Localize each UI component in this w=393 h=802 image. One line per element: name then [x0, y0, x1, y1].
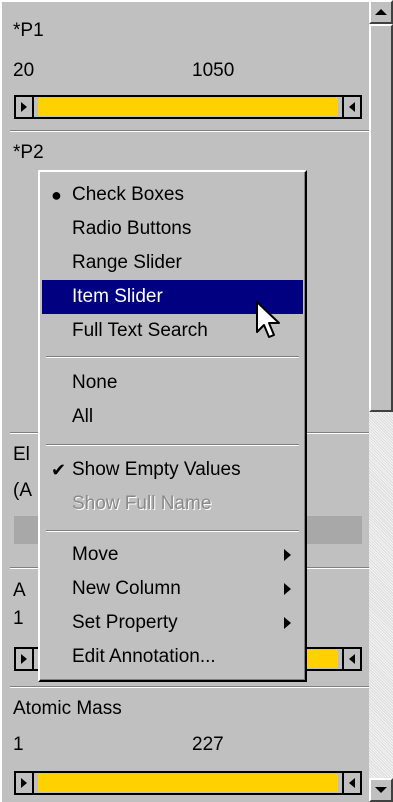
checkmark-icon: ✔ — [51, 459, 67, 480]
chevron-left-icon — [349, 102, 355, 112]
scroll-thumb[interactable] — [369, 24, 393, 412]
menu-item-label: Full Text Search — [72, 320, 208, 341]
slider-left-handle[interactable] — [16, 97, 34, 117]
range-slider[interactable] — [14, 771, 362, 795]
menu-item-all[interactable]: All — [42, 400, 303, 434]
arrow-up-icon — [375, 9, 387, 15]
scroll-up-button[interactable] — [369, 0, 393, 24]
menu-item-label: Radio Buttons — [72, 218, 192, 239]
panel-divider — [10, 130, 370, 132]
range-max-value: 1050 — [192, 60, 235, 81]
menu-item-label: Show Full Name — [72, 493, 212, 514]
menu-item-label: Item Slider — [72, 286, 163, 307]
arrow-down-icon — [375, 787, 387, 793]
menu-item-range-slider[interactable]: Range Slider — [42, 246, 303, 280]
menu-item-label: None — [72, 372, 118, 393]
menu-item-radio-buttons[interactable]: Radio Buttons — [42, 212, 303, 246]
menu-item-new-column[interactable]: New Column — [42, 572, 303, 606]
chevron-right-icon — [21, 654, 27, 664]
menu-item-label: Move — [72, 544, 119, 565]
slider-left-handle[interactable] — [16, 773, 34, 793]
menu-item-check-boxes[interactable]: ● Check Boxes — [42, 178, 303, 212]
chevron-left-icon — [349, 654, 355, 664]
menu-item-edit-annotation[interactable]: Edit Annotation... — [42, 640, 303, 674]
range-slider[interactable] — [14, 95, 362, 119]
panel-title: *P2 — [13, 142, 44, 163]
range-min-value: 1 — [13, 608, 24, 629]
menu-item-label: New Column — [72, 578, 181, 599]
range-min-value: 1 — [13, 734, 24, 755]
panel-title: A — [13, 580, 26, 601]
chevron-left-icon — [349, 778, 355, 788]
menu-item-label: Show Empty Values — [72, 459, 241, 480]
vertical-scrollbar[interactable] — [369, 0, 393, 802]
scroll-down-button[interactable] — [369, 778, 393, 802]
slider-right-handle[interactable] — [342, 649, 360, 669]
menu-item-label: Set Property — [72, 612, 178, 633]
menu-item-show-empty-values[interactable]: ✔ Show Empty Values — [42, 453, 303, 487]
menu-item-none[interactable]: None — [42, 366, 303, 400]
submenu-arrow-icon — [284, 617, 291, 629]
panel-divider — [10, 686, 370, 688]
submenu-arrow-icon — [284, 583, 291, 595]
panel-title: Atomic Mass — [13, 698, 122, 719]
menu-item-label: All — [72, 406, 94, 427]
chevron-right-icon — [21, 778, 27, 788]
menu-separator — [46, 356, 299, 358]
slider-right-handle[interactable] — [342, 97, 360, 117]
menu-separator — [46, 444, 299, 446]
menu-item-label: Range Slider — [72, 252, 182, 273]
chevron-right-icon — [21, 102, 27, 112]
menu-item-label: Edit Annotation... — [72, 646, 216, 667]
menu-item-label: Check Boxes — [72, 184, 184, 205]
range-min-value: 20 — [13, 60, 35, 81]
panel-title: El — [13, 444, 30, 465]
slider-fill — [38, 98, 338, 116]
menu-item-show-full-name: Show Full Name — [42, 487, 303, 521]
context-menu: ● Check Boxes Radio Buttons Range Slider… — [38, 170, 307, 682]
panel-title: *P1 — [13, 20, 44, 41]
range-max-value: 227 — [192, 734, 224, 755]
submenu-arrow-icon — [284, 549, 291, 561]
bullet-icon: ● — [51, 184, 62, 205]
slider-left-handle[interactable] — [16, 649, 34, 669]
menu-item-set-property[interactable]: Set Property — [42, 606, 303, 640]
mouse-pointer-icon — [256, 301, 280, 338]
menu-separator — [46, 530, 299, 532]
menu-item-move[interactable]: Move — [42, 538, 303, 572]
slider-fill — [38, 774, 338, 792]
panel-subtitle: (A — [13, 480, 32, 501]
slider-right-handle[interactable] — [342, 773, 360, 793]
